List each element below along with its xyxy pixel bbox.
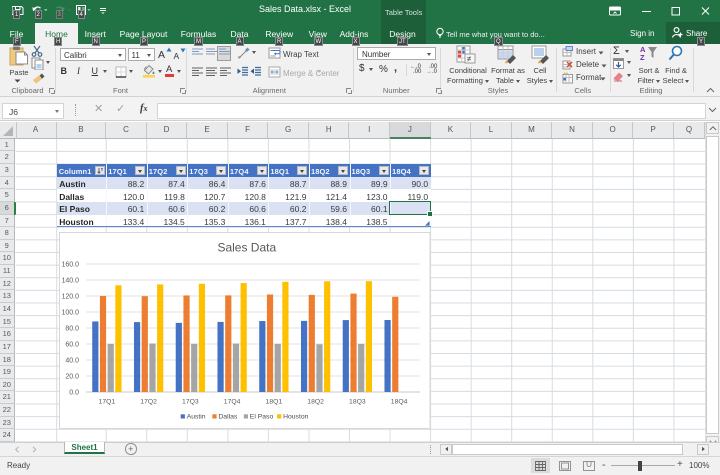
svg-text:80.0: 80.0 xyxy=(65,325,79,332)
svg-text:Houston: Houston xyxy=(283,414,309,421)
svg-text:17Q1: 17Q1 xyxy=(99,398,116,405)
svg-text:18Q2: 18Q2 xyxy=(307,398,324,405)
svg-text:Sales Data: Sales Data xyxy=(217,241,276,255)
svg-text:18Q3: 18Q3 xyxy=(349,398,366,405)
svg-text:17Q2: 17Q2 xyxy=(140,398,157,405)
svg-text:17Q3: 17Q3 xyxy=(182,398,199,405)
svg-text:100.0: 100.0 xyxy=(61,309,79,316)
svg-text:El Paso: El Paso xyxy=(250,414,274,421)
svg-text:60.0: 60.0 xyxy=(65,341,79,348)
svg-text:18Q1: 18Q1 xyxy=(266,398,283,405)
svg-text:17Q4: 17Q4 xyxy=(224,398,241,405)
svg-text:0.0: 0.0 xyxy=(69,389,79,396)
svg-text:120.0: 120.0 xyxy=(61,293,79,300)
svg-text:140.0: 140.0 xyxy=(61,277,79,284)
svg-text:Austin: Austin xyxy=(187,414,206,421)
svg-text:18Q4: 18Q4 xyxy=(391,398,408,405)
svg-text:20.0: 20.0 xyxy=(65,373,79,380)
svg-text:40.0: 40.0 xyxy=(65,357,79,364)
svg-text:160.0: 160.0 xyxy=(61,261,79,268)
svg-text:Dallas: Dallas xyxy=(218,414,237,421)
